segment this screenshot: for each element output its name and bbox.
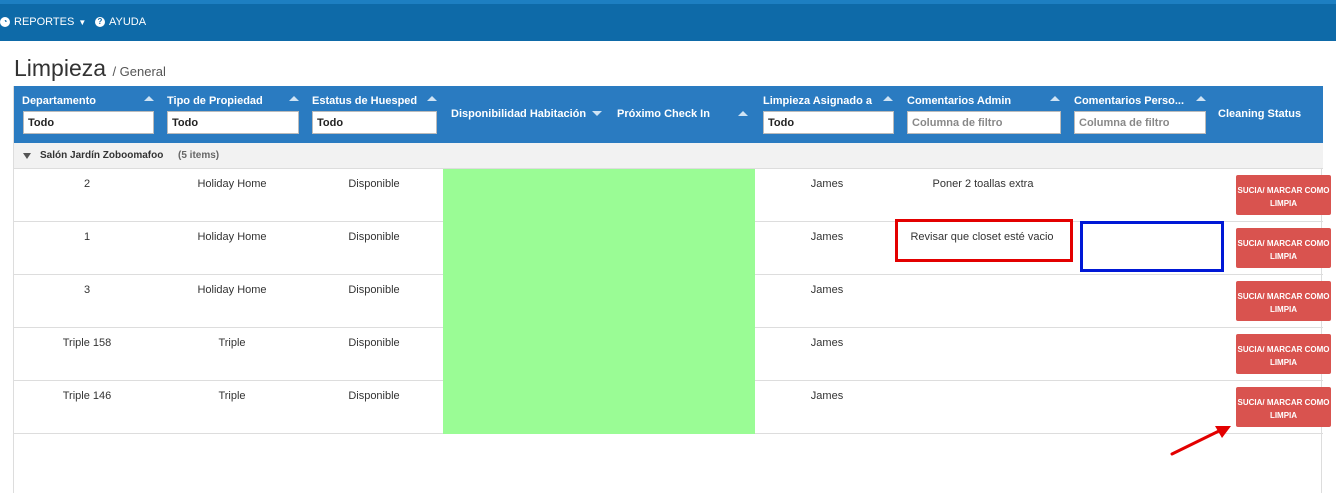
filter-asignado[interactable]: Todo (763, 111, 894, 134)
table-row[interactable]: 2 Holiday Home Disponible James Poner 2 … (14, 169, 1331, 222)
group-count: (5 items) (178, 150, 220, 161)
cell-asignado: James (810, 284, 844, 296)
cell-estatus: Disponible (348, 178, 400, 190)
sort-asc-icon[interactable] (144, 96, 154, 101)
highlight-box-blue (1080, 221, 1224, 272)
cell-departamento: 1 (83, 231, 91, 243)
help-icon: ? (95, 17, 105, 27)
cell-estatus: Disponible (348, 284, 400, 296)
mark-clean-button[interactable]: SUCIA/ MARCAR COMO LIMPIA (1236, 334, 1331, 374)
pie-chart-icon: ◔ (0, 17, 10, 27)
cell-asignado: James (810, 231, 844, 243)
table-row[interactable]: 3 Holiday Home Disponible James SUCIA/ M… (14, 275, 1331, 328)
cell-departamento: 3 (83, 284, 91, 296)
col-tipo-label: Tipo de Propiedad (167, 95, 263, 107)
top-navbar: ◔ REPORTES ▼ ? AYUDA (0, 0, 1336, 41)
sort-asc-icon[interactable] (738, 111, 748, 116)
mark-clean-button[interactable]: SUCIA/ MARCAR COMO LIMPIA (1236, 281, 1331, 321)
group-row[interactable]: Salón Jardín Zoboomafoo (5 items) (14, 143, 1323, 169)
nav-ayuda-label: AYUDA (109, 16, 147, 28)
cell-com-admin: Poner 2 toallas extra (932, 178, 1034, 190)
page-title-text: Limpieza (14, 55, 107, 81)
col-com-admin-label: Comentarios Admin (907, 95, 1012, 107)
table-row[interactable]: Triple 146 Triple Disponible James SUCIA… (14, 381, 1331, 434)
sort-asc-icon[interactable] (1050, 96, 1060, 101)
filter-com-admin[interactable]: Columna de filtro (907, 111, 1061, 134)
col-com-personal-label: Comentarios Perso... (1074, 95, 1185, 107)
cell-asignado: James (810, 337, 844, 349)
cell-departamento: Triple 146 (62, 390, 112, 402)
col-cleaning-status-label: Cleaning Status (1218, 108, 1302, 120)
availability-bar (443, 169, 755, 222)
table-row[interactable]: Triple 158 Triple Disponible James SUCIA… (14, 328, 1331, 381)
cell-estatus: Disponible (348, 337, 400, 349)
cell-tipo: Holiday Home (197, 178, 267, 190)
cell-estatus: Disponible (348, 231, 400, 243)
collapse-icon[interactable] (23, 153, 31, 159)
highlight-box-red (895, 219, 1073, 262)
nav-reportes[interactable]: ◔ REPORTES ▼ (0, 16, 86, 28)
col-asignado-label: Limpieza Asignado a (763, 95, 873, 107)
col-estatus-label: Estatus de Huesped (312, 95, 418, 107)
filter-tipo[interactable]: Todo (167, 111, 299, 134)
page-title: Limpieza / General (14, 55, 166, 82)
annotation-arrow-icon (1170, 426, 1231, 456)
cell-asignado: James (810, 178, 844, 190)
cell-asignado: James (810, 390, 844, 402)
nav-ayuda[interactable]: ? AYUDA (95, 16, 146, 28)
mark-clean-button[interactable]: SUCIA/ MARCAR COMO LIMPIA (1236, 387, 1331, 427)
mark-clean-button[interactable]: SUCIA/ MARCAR COMO LIMPIA (1236, 175, 1331, 215)
cell-estatus: Disponible (348, 390, 400, 402)
cell-tipo: Triple (218, 390, 246, 402)
availability-bar (443, 381, 755, 434)
sort-asc-icon[interactable] (883, 96, 893, 101)
grid-header: Departamento Todo Tipo de Propiedad Todo… (14, 86, 1323, 143)
col-departamento-label: Departamento (22, 95, 96, 107)
col-checkin-label: Próximo Check In (617, 108, 710, 120)
sort-asc-icon[interactable] (289, 96, 299, 101)
cell-tipo: Holiday Home (197, 284, 267, 296)
chevron-down-icon: ▼ (78, 17, 87, 27)
sort-asc-icon[interactable] (1196, 96, 1206, 101)
sort-asc-icon[interactable] (427, 96, 437, 101)
sort-desc-icon[interactable] (592, 111, 602, 116)
nav-reportes-label: REPORTES (14, 16, 75, 28)
availability-bar (443, 222, 755, 275)
mark-clean-button[interactable]: SUCIA/ MARCAR COMO LIMPIA (1236, 228, 1331, 268)
col-disponibilidad-label: Disponibilidad Habitación (451, 108, 587, 120)
availability-bar (443, 275, 755, 328)
filter-departamento[interactable]: Todo (23, 111, 154, 134)
filter-estatus[interactable]: Todo (312, 111, 437, 134)
cell-tipo: Triple (218, 337, 246, 349)
cleaning-grid: Departamento Todo Tipo de Propiedad Todo… (13, 86, 1331, 493)
cell-departamento: 2 (83, 178, 91, 190)
page-subtitle: / General (112, 64, 166, 79)
availability-bar (443, 328, 755, 381)
cell-tipo: Holiday Home (197, 231, 267, 243)
group-name: Salón Jardín Zoboomafoo (40, 150, 164, 161)
cell-departamento: Triple 158 (62, 337, 112, 349)
filter-com-personal[interactable]: Columna de filtro (1074, 111, 1206, 134)
